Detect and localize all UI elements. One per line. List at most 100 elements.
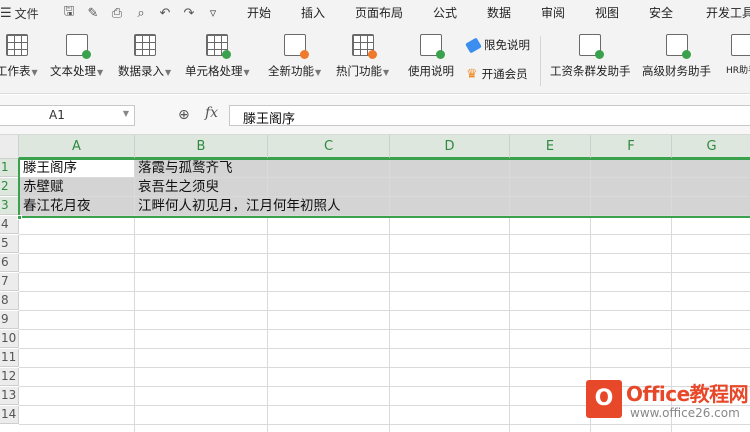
crown-icon: ♛ [466,66,478,82]
tab-insert[interactable]: 插入 [301,0,325,26]
new-feature-label: 全新功能 [268,64,314,78]
usage-guide-button[interactable]: 使用说明 [408,34,454,79]
tab-developer[interactable]: 开发工具 [706,0,750,26]
hamburger-icon: ☰ [0,5,12,21]
customize-dropdown-icon[interactable]: ▿ [204,4,222,22]
selection-border [18,158,750,218]
hot-feature-label: 热门功能 [336,64,382,78]
row-header-12[interactable]: 12 [0,368,19,386]
text-process-icon [65,34,91,59]
limit-free-button[interactable]: 限免说明 [465,36,530,54]
worksheet-label: 工作表 [0,64,31,78]
watermark: O Office教程网 www.office26.com [584,376,750,432]
hot-feature-icon [351,34,377,59]
tab-review[interactable]: 审阅 [541,0,565,26]
text-process-button[interactable]: 文本处理▼ [50,34,103,79]
ribbon-separator [540,36,541,86]
finance-icon [665,34,691,59]
grid-line [19,367,750,368]
tab-page-layout[interactable]: 页面布局 [355,0,403,26]
select-all-corner[interactable] [0,135,19,159]
payslip-icon [579,34,605,59]
row-header-11[interactable]: 11 [0,349,19,367]
row-header-7[interactable]: 7 [0,273,19,291]
formula-input[interactable]: 滕王阁序 [229,105,750,127]
data-entry-button[interactable]: 数据录入▼ [118,34,171,79]
tab-security[interactable]: 安全 [649,0,673,26]
row-header-14[interactable]: 14 [0,406,19,424]
undo-icon[interactable]: ↶ [156,4,174,22]
name-box[interactable]: A1 ▼ [0,105,135,126]
col-header-b[interactable]: B [135,135,268,159]
tab-data[interactable]: 数据 [487,0,511,26]
finance-label: 高级财务助手 [642,64,711,78]
watermark-url: www.office26.com [630,406,740,420]
tab-formulas[interactable]: 公式 [433,0,457,26]
col-header-d[interactable]: D [390,135,510,159]
finance-button[interactable]: 高级财务助手 [642,34,711,79]
fx-icon[interactable]: fx [205,105,218,121]
row-header-2[interactable]: 2 [0,178,19,196]
redo-icon[interactable]: ↷ [180,4,198,22]
grid-line [19,291,750,292]
data-entry-icon [133,34,156,56]
col-header-c[interactable]: C [268,135,390,159]
fill-handle[interactable] [17,215,22,220]
grid-line [19,310,750,311]
chevron-down-icon: ▼ [383,68,390,77]
payslip-label: 工资条群发助手 [550,64,631,78]
col-header-a[interactable]: A [19,135,135,159]
vip-label: 开通会员 [481,67,528,81]
grid-line [19,253,750,254]
watermark-brand: Office教程网 [626,382,749,406]
hr-button[interactable]: HR助手 [726,34,750,76]
vip-button[interactable]: ♛ 开通会员 [466,66,528,82]
worksheet-icon [5,34,28,56]
col-header-e[interactable]: E [510,135,591,159]
cell-process-button[interactable]: 单元格处理▼ [185,34,250,79]
file-menu[interactable]: ☰ 文件 [0,0,39,26]
new-feature-button[interactable]: 全新功能▼ [268,34,321,79]
row-header-13[interactable]: 13 [0,387,19,405]
row-header-6[interactable]: 6 [0,254,19,272]
grid-line [19,329,750,330]
chevron-down-icon[interactable]: ▼ [123,109,129,118]
new-feature-icon [283,34,309,59]
tab-home[interactable]: 开始 [247,0,271,26]
row-header-3[interactable]: 3 [0,197,19,215]
row-header-5[interactable]: 5 [0,235,19,253]
ribbon: 工作表▼ 文本处理▼ 数据录入▼ 单元格处理▼ 全新功能▼ 热门功能▼ 使用说明… [0,26,750,94]
row-header-9[interactable]: 9 [0,311,19,329]
chevron-down-icon: ▼ [165,68,172,77]
chevron-down-icon: ▼ [243,68,250,77]
row-header-10[interactable]: 10 [0,330,19,348]
usage-guide-icon [420,34,445,59]
chevron-down-icon: ▼ [315,68,322,77]
worksheet-button[interactable]: 工作表▼ [0,34,38,79]
usage-guide-label: 使用说明 [408,64,454,78]
grid-line [19,272,750,273]
menu-bar: ☰ 文件 🖫 ✎ ⎙ ⌕ ↶ ↷ ▿ 开始 插入 页面布局 公式 数据 审阅 视… [0,0,750,26]
chevron-down-icon: ▼ [97,68,104,77]
print-preview-icon[interactable]: ⌕ [132,4,150,22]
print-icon[interactable]: ⎙ [108,4,126,22]
tab-view[interactable]: 视图 [595,0,619,26]
text-process-label: 文本处理 [50,64,96,78]
payslip-button[interactable]: 工资条群发助手 [550,34,631,79]
limit-free-label: 限免说明 [484,38,530,52]
row-header-8[interactable]: 8 [0,292,19,310]
hot-feature-button[interactable]: 热门功能▼ [336,34,389,79]
tag-icon [465,36,482,54]
col-header-f[interactable]: F [591,135,672,159]
name-box-value: A1 [49,108,65,122]
cell-process-label: 单元格处理 [185,64,243,78]
save-icon[interactable]: 🖫 [60,4,78,22]
formula-value: 滕王阁序 [243,112,296,127]
format-painter-icon[interactable]: ✎ [84,4,102,22]
cell-process-icon [206,34,232,59]
hr-label: HR助手 [726,66,750,76]
row-header-1[interactable]: 1 [0,159,19,177]
file-menu-label: 文件 [14,6,39,21]
col-header-g[interactable]: G [672,135,750,159]
zoom-search-icon[interactable]: ⊕ [178,107,190,123]
